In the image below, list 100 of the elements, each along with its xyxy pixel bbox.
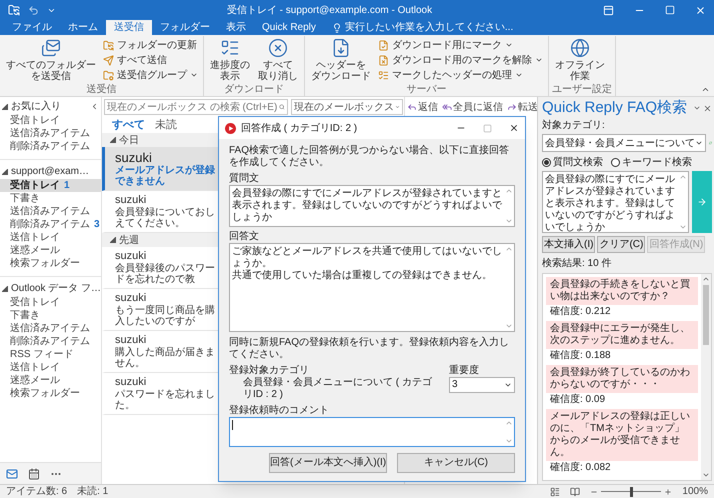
mail-icon[interactable]	[6, 468, 18, 480]
radio-icon[interactable]	[611, 158, 620, 166]
scroll-up-icon[interactable]	[679, 173, 687, 181]
category-select[interactable]: 会員登録・会員メニューについて	[542, 134, 706, 152]
expanded-icon[interactable]	[110, 237, 116, 243]
calendar-icon[interactable]	[28, 468, 40, 480]
reading-view-icon[interactable]	[570, 486, 580, 496]
dialog-button[interactable]: 回答(メール本文へ挿入)(I)	[269, 453, 387, 473]
folder-item[interactable]: 検索フォルダー	[0, 387, 101, 400]
folder-item[interactable]: 削除済みアイテム 3	[0, 218, 101, 231]
expanded-icon[interactable]	[2, 104, 8, 110]
expanded-icon[interactable]	[2, 286, 8, 292]
pane-button[interactable]: 本文挿入(I)	[542, 236, 596, 253]
slider-thumb[interactable]	[630, 486, 634, 496]
reply-icon	[407, 102, 417, 112]
collapse-pane-icon[interactable]	[90, 102, 99, 111]
answer-field[interactable]: ご家族などとメールアドレスを共通で使用してはいないでしょうか。 共通で使用していた場合は重複しての登録はできません。	[229, 243, 515, 332]
folder-item[interactable]: 削除済みアイテム	[0, 335, 101, 348]
question-field[interactable]: 会員登録の際にすでにメールアドレスが登録されていますと表示されます。登録はしていないのですがどうすればよいでしょうか	[229, 185, 515, 227]
caret-icon	[504, 381, 512, 389]
search-scope-select[interactable]: 現在のメールボックス	[291, 99, 403, 115]
section-header[interactable]: お気に入り	[11, 99, 61, 114]
folder-item[interactable]: 送信済みアイテム	[0, 127, 101, 140]
folder-item[interactable]: 送信トレイ	[0, 361, 101, 374]
radio-icon[interactable]	[542, 158, 551, 166]
result-question[interactable]: メールアドレスの登録は正しいのに、「TMネットショップ」からのメールが受信できません。	[546, 409, 698, 461]
group-label: サーバー	[406, 84, 448, 96]
filter-tab[interactable]: すべて	[112, 116, 145, 134]
result-question[interactable]: 会員登録の手続きをしないと買い物は出来ないのですか？	[546, 277, 698, 305]
comment-field[interactable]	[229, 417, 515, 447]
folder-item[interactable]: 受信トレイ 1	[0, 179, 101, 192]
folder-item[interactable]: RSS フィード	[0, 348, 101, 361]
expanded-icon[interactable]	[2, 168, 8, 174]
filter-tab[interactable]: 未読	[155, 116, 177, 134]
folder-item[interactable]: 削除済みアイテム	[0, 140, 101, 153]
radio-option[interactable]: 質問文検索	[542, 154, 603, 170]
priority-select[interactable]: 3	[449, 377, 515, 393]
ribbon-tab[interactable]: 送受信	[106, 20, 152, 35]
zoom-in-icon[interactable]	[664, 488, 672, 496]
folder-item[interactable]: 下書き	[0, 309, 101, 322]
folder-item[interactable]: 受信トレイ	[0, 296, 101, 309]
scroll-up-icon[interactable]	[505, 187, 513, 195]
reading-action-button[interactable]: 返信	[407, 100, 438, 114]
pane-menu-icon[interactable]	[693, 104, 701, 112]
expanded-icon[interactable]	[110, 137, 116, 143]
ribbon-tab[interactable]: 表示	[218, 20, 254, 35]
ribbon-tab[interactable]: Quick Reply	[254, 20, 324, 35]
ribbon-button[interactable]: すべて 取り消し	[255, 36, 301, 83]
ribbon-button[interactable]: オフライン 作業	[552, 36, 608, 83]
zoom-slider[interactable]	[601, 486, 662, 496]
reading-action-button[interactable]: 転送	[507, 100, 538, 114]
radio-option[interactable]: キーワード検索	[611, 154, 692, 170]
ribbon-button[interactable]: ヘッダーを ダウンロード	[308, 36, 374, 83]
ribbon-button[interactable]: ダウンロード用のマークを解除	[376, 53, 545, 67]
folder-item[interactable]: 検索フォルダー	[0, 257, 101, 270]
ribbon-button[interactable]: 送受信グループ	[101, 68, 200, 82]
pane-button[interactable]: クリア(C)	[597, 236, 646, 253]
folder-item[interactable]: 受信トレイ	[0, 114, 101, 127]
undo-icon[interactable]	[28, 4, 39, 16]
ribbon-button[interactable]: すべて送信	[101, 53, 200, 67]
search-field[interactable]: 現在のメールボックス の検索 (Ctrl+E)	[104, 99, 288, 115]
folder-item[interactable]: 迷惑メール	[0, 374, 101, 387]
send-receive-icon[interactable]	[8, 4, 20, 16]
close-icon[interactable]	[703, 104, 712, 112]
ribbon-tab[interactable]: ファイル	[4, 20, 60, 35]
sender-name: suzuki	[115, 376, 146, 389]
folder-item[interactable]: 下書き	[0, 192, 101, 205]
ribbon-options-icon[interactable]	[603, 4, 614, 16]
close-icon[interactable]	[509, 123, 519, 133]
reading-action-button[interactable]: 全員に返信	[442, 100, 503, 114]
result-question[interactable]: 会員登録が終了しているのかわからないのですが・・・	[546, 365, 698, 393]
ribbon-tab[interactable]: フォルダー	[152, 20, 218, 35]
scroll-down-icon[interactable]	[505, 217, 513, 225]
ribbon-button[interactable]: マークしたヘッダーの処理	[376, 68, 545, 82]
folder-item[interactable]: 迷惑メール	[0, 244, 101, 257]
scroll-down-icon[interactable]	[505, 322, 513, 330]
scroll-up-icon[interactable]	[505, 245, 513, 253]
normal-view-icon[interactable]	[550, 486, 560, 496]
folder-item[interactable]: 送信済みアイテム	[0, 322, 101, 335]
query-field[interactable]: 会員登録の際にすでにメールアドレスが登録されていますと表示されます。登録はしていないのですがどうすればよいでしょうか	[542, 171, 689, 233]
folder-item[interactable]: 送信済みアイテム	[0, 205, 101, 218]
ribbon-button[interactable]: フォルダーの更新	[101, 38, 200, 52]
scrollbar[interactable]	[701, 274, 711, 480]
ribbon-button[interactable]: すべてのフォルダー を送受信	[3, 36, 99, 83]
scroll-up-icon[interactable]	[702, 275, 710, 283]
result-question[interactable]: 会員登録中にエラーが発生し、次のステップに進めません。	[546, 321, 698, 349]
section-header[interactable]: Outlook データ フ…	[11, 281, 102, 296]
scroll-down-icon[interactable]	[505, 437, 513, 445]
scroll-up-icon[interactable]	[505, 419, 513, 427]
scroll-thumb[interactable]	[703, 285, 709, 345]
scroll-down-icon[interactable]	[702, 471, 710, 479]
ribbon-button[interactable]: 進捗度の 表示	[207, 36, 253, 83]
ribbon-tab[interactable]: ホーム	[60, 20, 106, 35]
section-header[interactable]: support@exam…	[11, 164, 89, 179]
tell-me-field[interactable]: 実行したい作業を入力してください...	[344, 20, 514, 35]
scroll-down-icon[interactable]	[679, 223, 687, 231]
collapse-ribbon-icon[interactable]	[701, 85, 710, 94]
folder-item[interactable]: 送信トレイ	[0, 231, 101, 244]
dialog-button[interactable]: キャンセル(C)	[397, 453, 515, 473]
ribbon-button[interactable]: ダウンロード用にマーク	[376, 38, 545, 52]
